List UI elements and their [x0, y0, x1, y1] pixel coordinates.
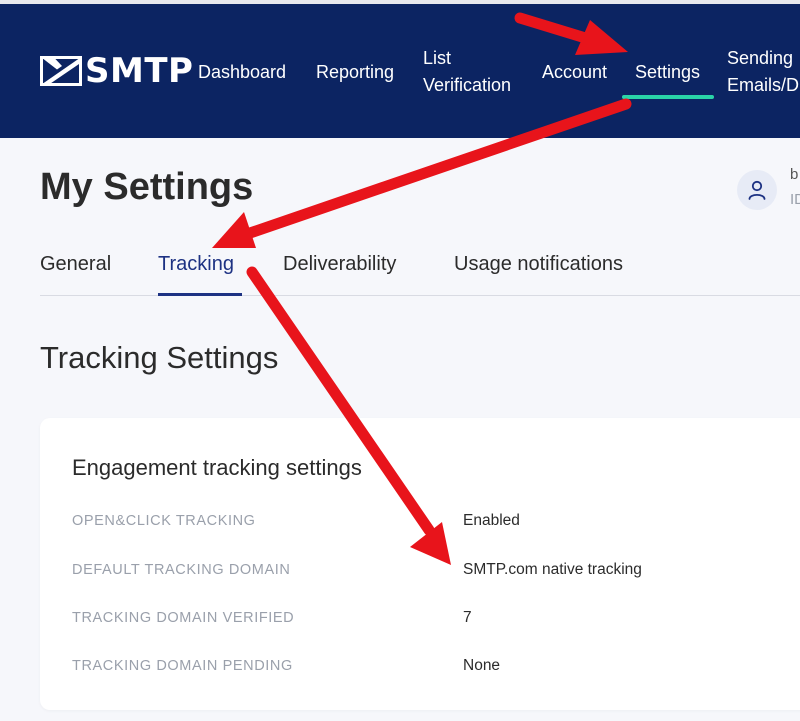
engagement-tracking-card: Engagement tracking settings OPEN&CLICK … — [40, 418, 800, 710]
row-label-domain-verified: TRACKING DOMAIN VERIFIED — [72, 610, 295, 626]
nav-account[interactable]: Account — [542, 59, 607, 86]
tab-tracking[interactable]: Tracking — [158, 248, 234, 280]
nav-reporting-label: Reporting — [316, 62, 395, 82]
row-label-open-click: OPEN&CLICK TRACKING — [72, 513, 256, 529]
top-navbar: SMTP Dashboard Reporting List Verificati… — [0, 4, 800, 138]
row-label-default-domain: DEFAULT TRACKING DOMAIN — [72, 562, 291, 578]
nav-dashboard-label: Dashboard — [198, 62, 287, 82]
logo-text: SMTP — [85, 51, 194, 91]
row-value-open-click: Enabled — [463, 512, 520, 529]
tab-deliverability[interactable]: Deliverability — [283, 248, 396, 280]
nav-sending-emails[interactable]: Sending Emails/D — [727, 45, 799, 99]
nav-settings-label: Settings — [635, 62, 701, 82]
smtp-logo[interactable]: SMTP — [40, 54, 193, 88]
user-name: b — [790, 166, 799, 183]
row-value-domain-pending: None — [463, 657, 501, 674]
nav-active-indicator — [622, 95, 714, 99]
nav-dashboard[interactable]: Dashboard — [198, 59, 286, 86]
nav-sending-emails-line1: Sending — [727, 48, 794, 68]
nav-list-verification[interactable]: List Verification — [423, 45, 511, 99]
nav-account-label: Account — [542, 62, 608, 82]
tab-active-underline — [158, 293, 242, 296]
settings-tabs: General Tracking Deliverability Usage no… — [40, 248, 800, 296]
user-id: ID — [790, 191, 800, 208]
nav-list-verification-line1: List — [423, 48, 452, 68]
tab-usage-notifications[interactable]: Usage notifications — [454, 248, 623, 280]
nav-settings[interactable]: Settings — [635, 59, 700, 86]
page-title: My Settings — [40, 166, 254, 208]
tab-general[interactable]: General — [40, 248, 111, 280]
envelope-icon — [40, 56, 82, 86]
row-label-domain-pending: TRACKING DOMAIN PENDING — [72, 658, 293, 674]
section-title: Tracking Settings — [40, 340, 279, 375]
row-value-domain-verified: 7 — [463, 609, 472, 626]
nav-list-verification-line2: Verification — [423, 75, 512, 95]
card-title: Engagement tracking settings — [72, 455, 362, 480]
user-avatar[interactable] — [737, 170, 777, 210]
arrowhead-tracking — [212, 212, 256, 248]
row-value-default-domain: SMTP.com native tracking — [463, 561, 642, 578]
user-icon — [748, 180, 766, 200]
nav-reporting[interactable]: Reporting — [316, 59, 394, 86]
nav-sending-emails-line2: Emails/D — [727, 75, 800, 95]
